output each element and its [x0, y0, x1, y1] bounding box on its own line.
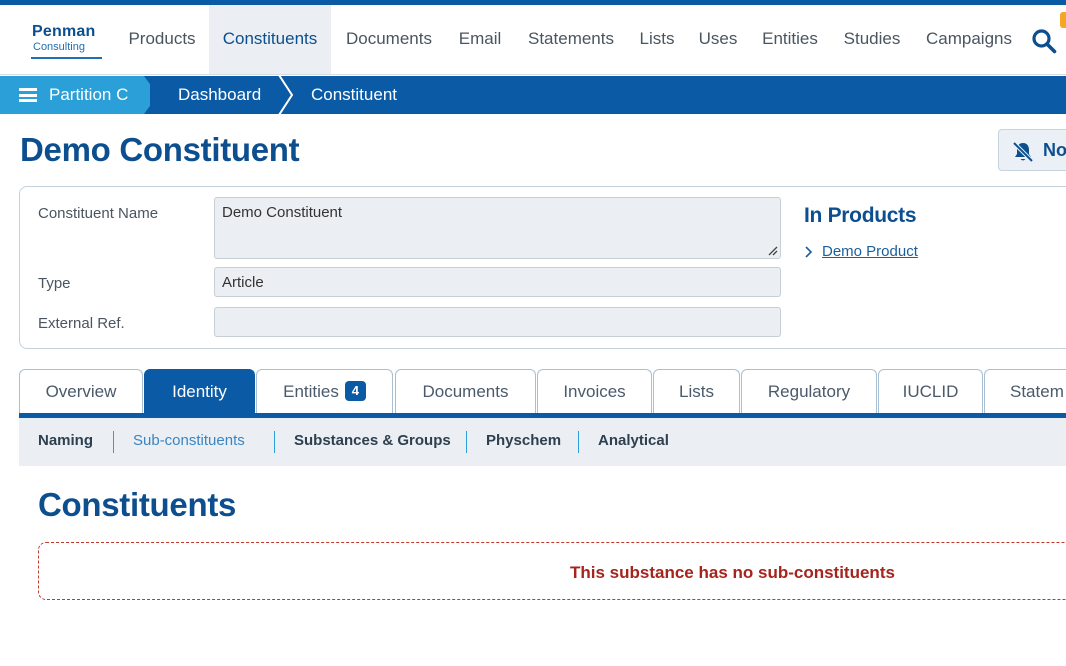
- subtab-divider: [274, 431, 275, 453]
- alert-indicator: [1060, 12, 1066, 28]
- resize-handle-icon[interactable]: [768, 246, 778, 256]
- tab-lists[interactable]: Lists: [653, 369, 740, 413]
- nav-email[interactable]: Email: [450, 5, 510, 74]
- in-products-title: In Products: [804, 204, 917, 227]
- nav-studies[interactable]: Studies: [838, 5, 906, 74]
- breadcrumb-chevron-icon: [278, 76, 294, 114]
- search-icon[interactable]: [1031, 28, 1057, 54]
- subtab-bar: Naming Sub-constituents Substances & Gro…: [19, 418, 1066, 466]
- tab-entities[interactable]: Entities 4: [256, 369, 393, 413]
- tab-iuclid[interactable]: IUCLID: [878, 369, 983, 413]
- subtab-physchem[interactable]: Physchem: [486, 432, 561, 449]
- nav-constituents[interactable]: Constituents: [209, 5, 331, 74]
- type-label: Type: [38, 275, 71, 292]
- product-link-label: Demo Product: [822, 243, 918, 260]
- nav-campaigns[interactable]: Campaigns: [918, 5, 1020, 74]
- logo-line1: Penman: [32, 23, 96, 40]
- subtab-divider: [113, 431, 114, 453]
- nav-statements[interactable]: Statements: [516, 5, 626, 74]
- tab-statements[interactable]: Statem: [984, 369, 1066, 413]
- subtab-analytical[interactable]: Analytical: [598, 432, 669, 449]
- tab-entities-label: Entities: [283, 382, 339, 401]
- subtab-naming[interactable]: Naming: [38, 432, 93, 449]
- tab-documents[interactable]: Documents: [395, 369, 536, 413]
- nav-lists[interactable]: Lists: [632, 5, 682, 74]
- entities-count-badge: 4: [344, 381, 366, 401]
- logo-line2: Consulting: [33, 41, 85, 53]
- tab-invoices[interactable]: Invoices: [537, 369, 652, 413]
- hamburger-menu-icon: [19, 88, 37, 102]
- constituent-name-value: Demo Constituent: [222, 204, 343, 221]
- tab-overview[interactable]: Overview: [19, 369, 143, 413]
- notifications-button[interactable]: No: [998, 129, 1066, 171]
- partition-selector[interactable]: Partition C: [0, 76, 150, 114]
- nav-documents[interactable]: Documents: [333, 5, 445, 74]
- type-field[interactable]: Article: [214, 267, 781, 297]
- empty-state-message: This substance has no sub-constituents: [570, 563, 895, 582]
- breadcrumb-dashboard[interactable]: Dashboard: [178, 76, 261, 114]
- chevron-right-icon: [805, 246, 813, 258]
- nav-entities[interactable]: Entities: [755, 5, 825, 74]
- subtab-substances-groups[interactable]: Substances & Groups: [294, 432, 451, 449]
- top-navigation: Penman Consulting Products Constituents …: [0, 5, 1066, 75]
- subtab-divider: [578, 431, 579, 453]
- external-ref-field[interactable]: [214, 307, 781, 337]
- page-title: Demo Constituent: [20, 131, 300, 168]
- breadcrumb: Partition C Dashboard Constituent: [0, 76, 1066, 114]
- constituent-name-field[interactable]: Demo Constituent: [214, 197, 781, 259]
- notifications-label: No: [1043, 140, 1066, 160]
- breadcrumb-constituent: Constituent: [311, 85, 397, 104]
- partition-label: Partition C: [49, 85, 129, 104]
- subtab-divider: [466, 431, 467, 453]
- penman-logo[interactable]: Penman Consulting: [31, 24, 102, 59]
- nav-products[interactable]: Products: [116, 5, 208, 74]
- constituent-name-label: Constituent Name: [38, 205, 159, 222]
- type-value: Article: [222, 274, 264, 291]
- external-ref-label: External Ref.: [38, 315, 125, 332]
- section-title: Constituents: [38, 486, 237, 523]
- subtab-sub-constituents[interactable]: Sub-constituents: [133, 432, 245, 449]
- bell-off-icon: [1012, 141, 1034, 163]
- empty-state-box: [38, 542, 1066, 600]
- tab-regulatory[interactable]: Regulatory: [741, 369, 877, 413]
- nav-uses[interactable]: Uses: [692, 5, 744, 74]
- tab-identity[interactable]: Identity: [144, 369, 255, 415]
- tab-bar: Overview Identity Entities 4 Documents In…: [0, 368, 1066, 418]
